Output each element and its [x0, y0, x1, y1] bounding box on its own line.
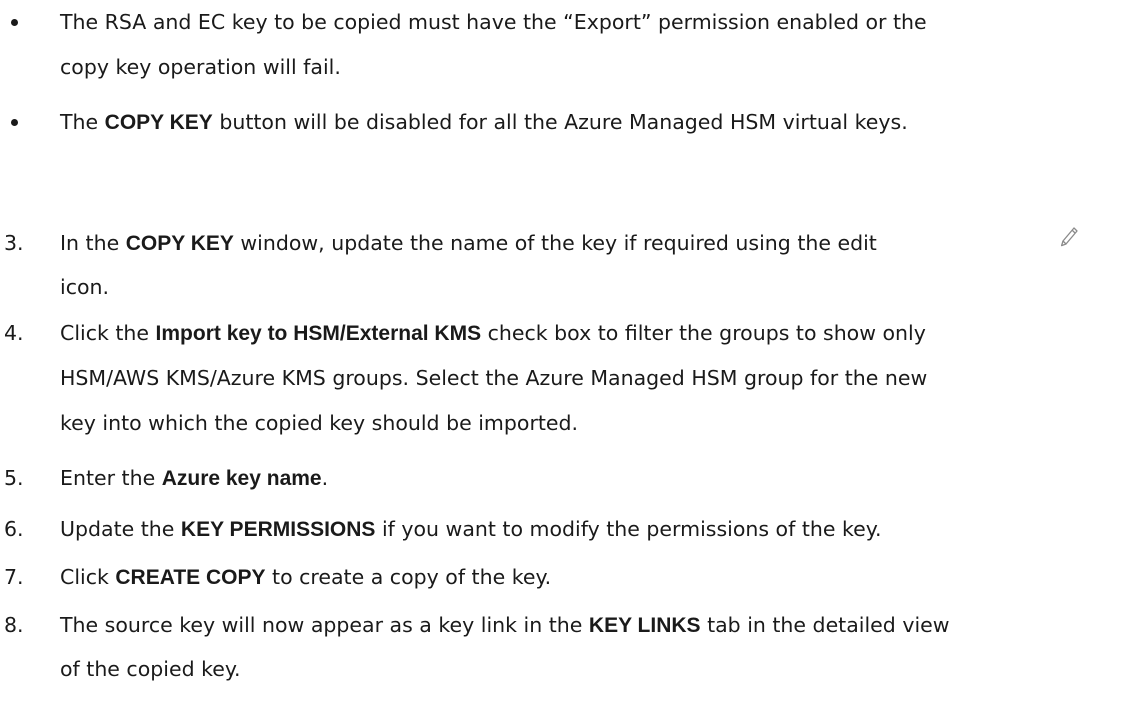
- step-4-line-1: Click the Import key to HSM/External KMS…: [60, 321, 926, 346]
- pencil-edit-icon: [1060, 227, 1078, 247]
- step-7-text: Click CREATE COPY to create a copy of th…: [60, 565, 551, 590]
- text: The: [60, 110, 105, 134]
- step-6-text: Update the KEY PERMISSIONS if you want t…: [60, 517, 881, 542]
- step-number: 8.: [4, 613, 24, 637]
- bold-term: Import key to HSM/External KMS: [155, 322, 482, 345]
- bold-term: CREATE COPY: [115, 566, 266, 589]
- text: check box to filter the groups to show o…: [481, 321, 926, 345]
- step-3-line-2: icon.: [60, 275, 110, 299]
- text: In the: [60, 231, 126, 255]
- step-8-line-1: The source key will now appear as a key …: [60, 613, 950, 638]
- step-3-line-1: In the COPY KEY window, update the name …: [60, 231, 877, 256]
- text: window, update the name of the key if re…: [233, 231, 877, 255]
- step-5-text: Enter the Azure key name.: [60, 466, 328, 491]
- bold-term: COPY KEY: [125, 232, 234, 255]
- text: Update the: [60, 517, 181, 541]
- step-4-line-2: HSM/AWS KMS/Azure KMS groups. Select the…: [60, 366, 928, 390]
- text: tab in the detailed view: [700, 613, 950, 637]
- step-8-line-2: of the copied key.: [60, 657, 241, 681]
- step-number: 7.: [4, 565, 24, 589]
- bold-term: COPY KEY: [104, 111, 213, 134]
- bullet-2-text: The COPY KEY button will be disabled for…: [60, 110, 908, 135]
- bold-term: KEY PERMISSIONS: [180, 518, 376, 541]
- text: The source key will now appear as a key …: [60, 613, 589, 637]
- text: to create a copy of the key.: [265, 565, 552, 589]
- step-number: 4.: [4, 321, 24, 345]
- text: Enter the: [60, 466, 162, 490]
- bold-term: Azure key name: [161, 467, 322, 490]
- text: Click the: [60, 321, 156, 345]
- text: button will be disabled for all the Azur…: [212, 110, 908, 134]
- text: if you want to modify the permissions of…: [375, 517, 882, 541]
- text: .: [321, 466, 329, 490]
- bullet-marker: [11, 19, 18, 26]
- bullet-1-line-1: The RSA and EC key to be copied must hav…: [60, 10, 927, 34]
- step-4-line-3: key into which the copied key should be …: [60, 411, 579, 435]
- step-number: 6.: [4, 517, 24, 541]
- bullet-marker: [11, 119, 18, 126]
- text: Click: [60, 565, 116, 589]
- bullet-1-line-2: copy key operation will fail.: [60, 55, 341, 79]
- step-number: 5.: [4, 466, 24, 490]
- bold-term: KEY LINKS: [588, 614, 701, 637]
- step-number: 3.: [4, 231, 24, 255]
